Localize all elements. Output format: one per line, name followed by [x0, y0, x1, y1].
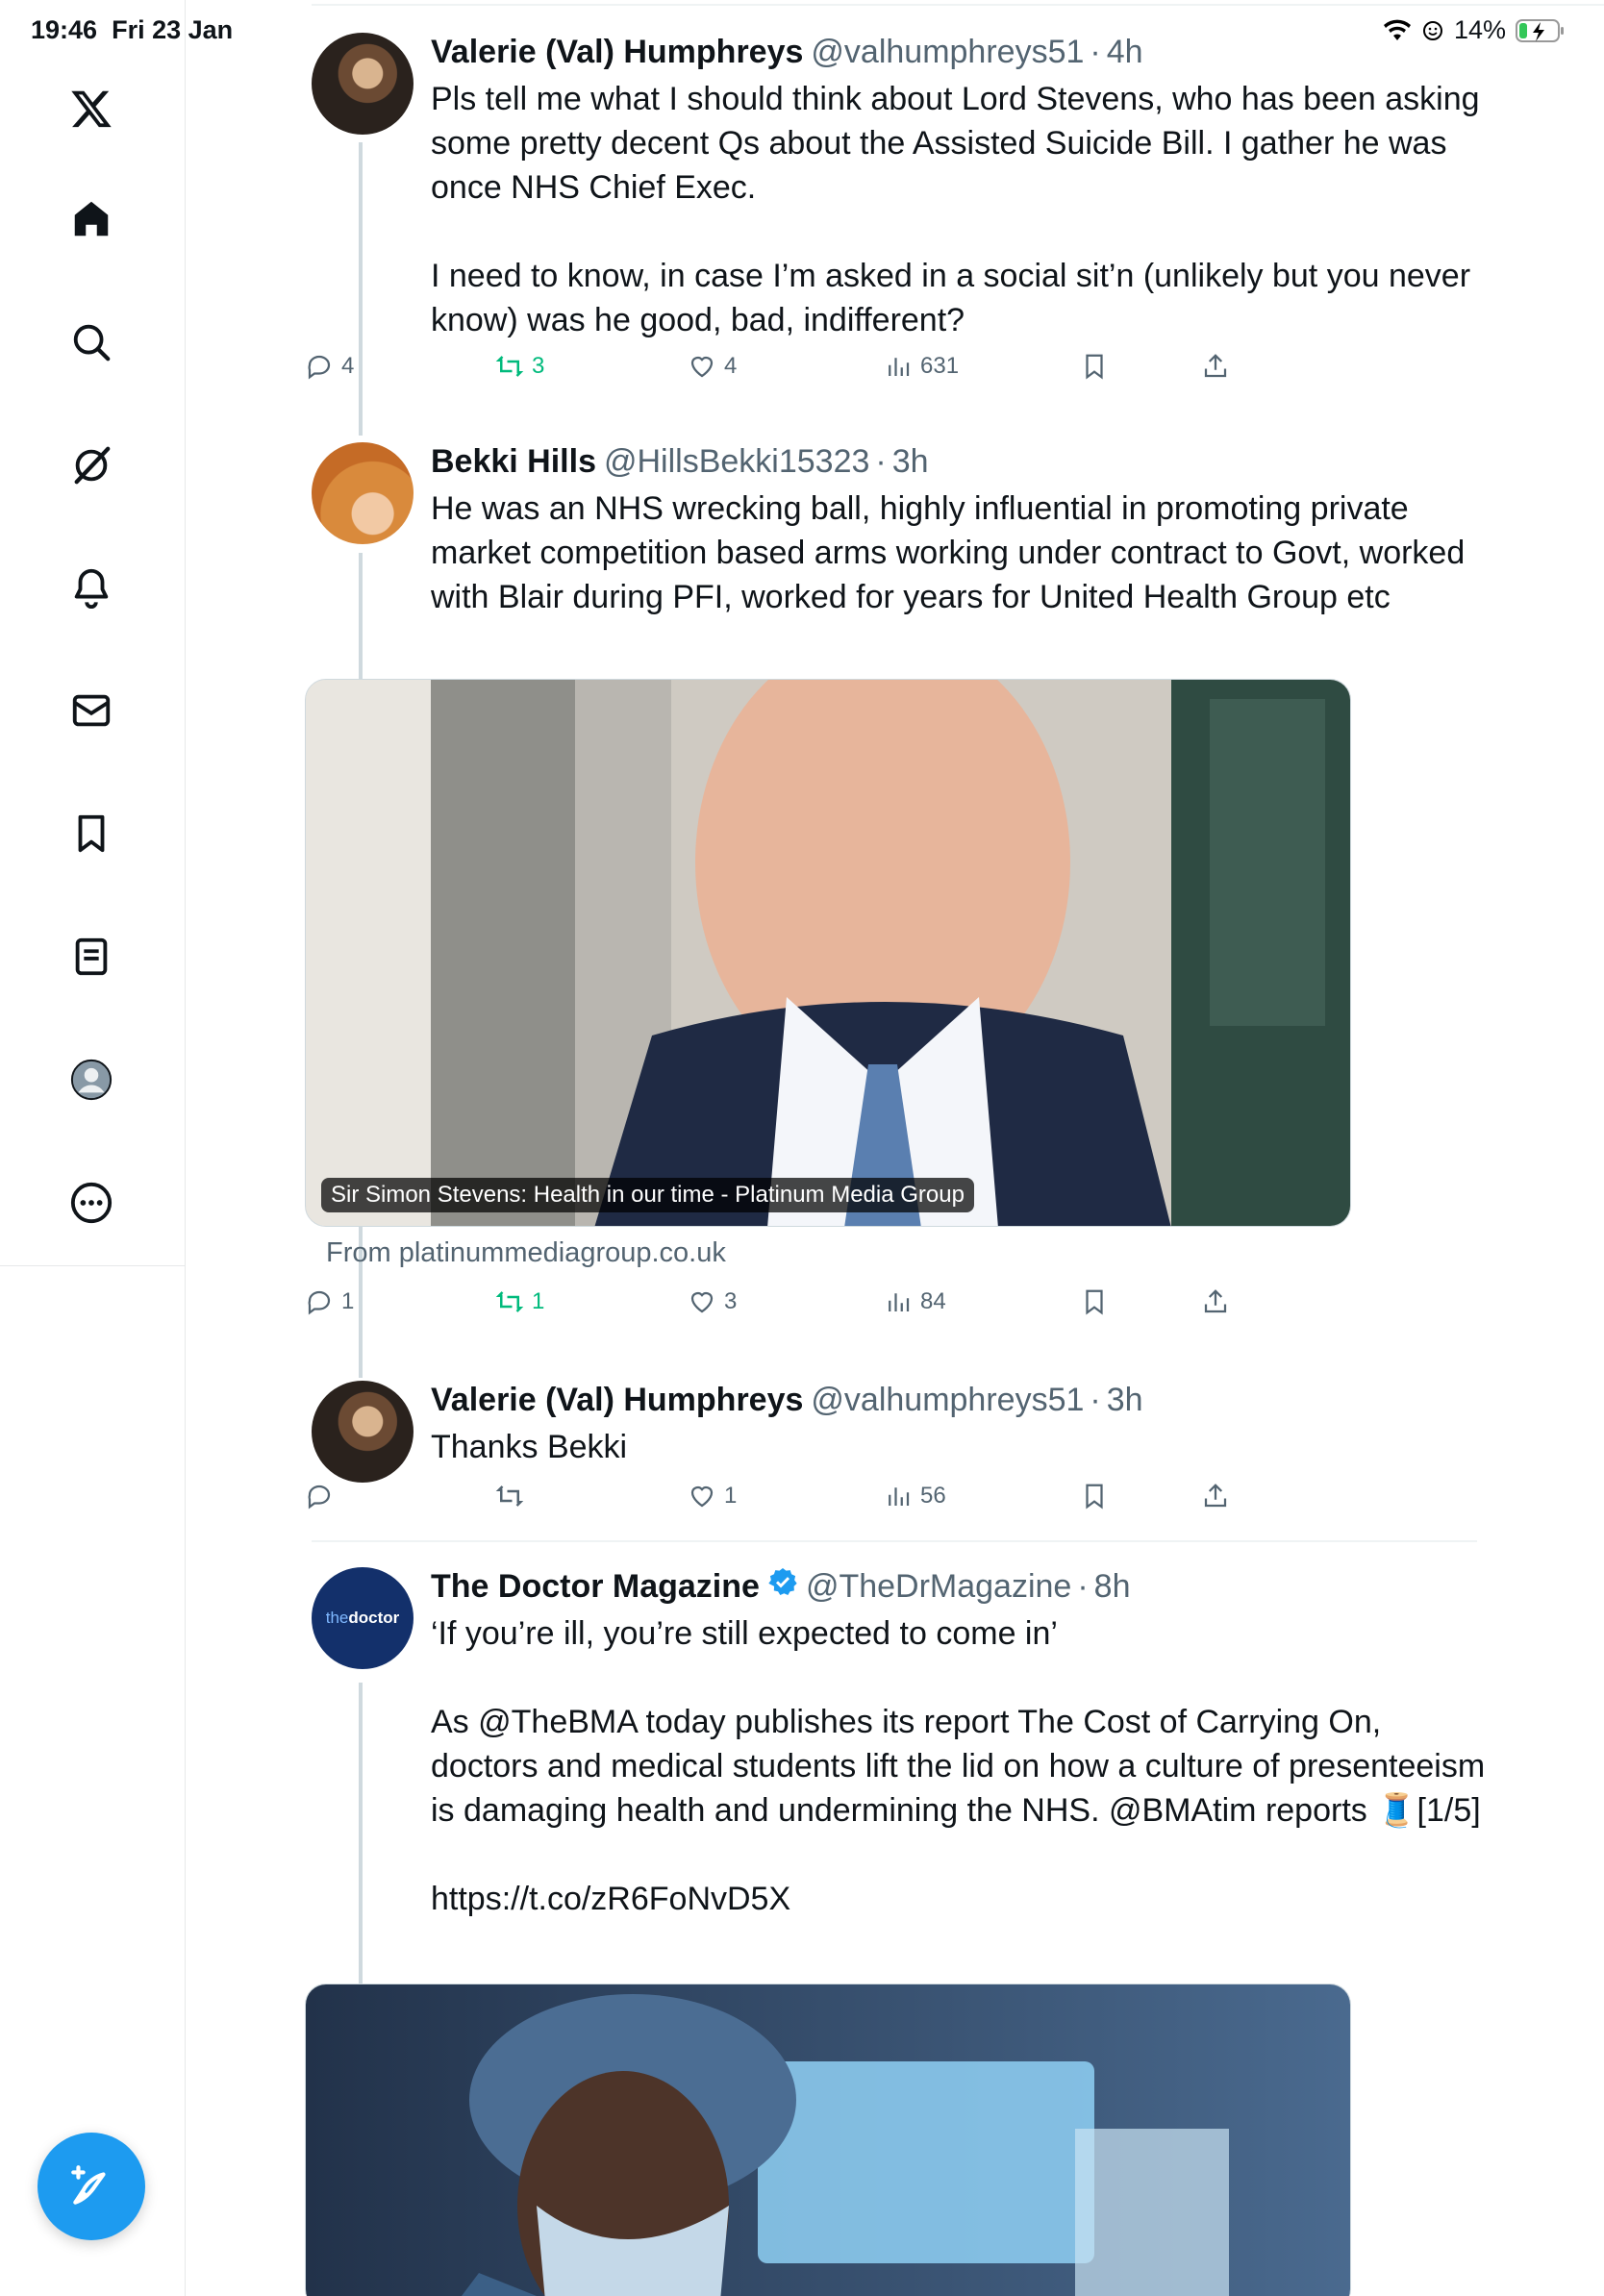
author-name[interactable]: The Doctor Magazine — [431, 1565, 760, 1608]
bookmark-icon — [1086, 1289, 1103, 1315]
top-divider — [312, 4, 1604, 6]
tweet-time[interactable]: 8h — [1094, 1565, 1131, 1608]
search-icon[interactable] — [63, 314, 119, 370]
avatar[interactable]: the doctor — [312, 1567, 414, 1669]
views-icon — [889, 1487, 910, 1506]
link-card[interactable]: Sir Simon Stevens: Health in our time - … — [305, 679, 1351, 1227]
tweet-time[interactable]: 4h — [1107, 31, 1143, 73]
avatar[interactable] — [312, 33, 414, 135]
views-icon — [889, 1293, 910, 1311]
views-icon — [889, 358, 910, 376]
card-image — [306, 680, 1350, 1226]
reply-icon — [308, 355, 331, 380]
reply-icon — [308, 1485, 331, 1510]
like-button[interactable]: 4 — [688, 352, 737, 381]
bookmark-button[interactable] — [1080, 1482, 1109, 1510]
card-source[interactable]: From platinummediagroup.co.uk — [326, 1237, 726, 1269]
compose-post-button[interactable] — [38, 2133, 145, 2240]
author-name[interactable]: Valerie (Val) Humphreys — [431, 1379, 803, 1421]
like-button[interactable]: 3 — [688, 1287, 737, 1316]
verified-badge-icon — [768, 1568, 797, 1595]
reply-icon — [308, 1290, 331, 1315]
author-handle[interactable]: @HillsBekki15323 — [604, 440, 869, 483]
compose-icon — [71, 2165, 106, 2205]
share-button[interactable] — [1201, 352, 1230, 381]
repost-icon — [495, 1485, 524, 1507]
views-button[interactable]: 56 — [884, 1482, 946, 1510]
share-button[interactable] — [1201, 1482, 1230, 1510]
like-button[interactable]: 1 — [688, 1482, 737, 1510]
sidebar — [0, 0, 186, 2296]
heart-icon — [690, 356, 714, 378]
media-card[interactable] — [305, 1984, 1351, 2296]
author-name[interactable]: Bekki Hills — [431, 440, 596, 483]
sidebar-divider — [0, 1265, 186, 1266]
share-button[interactable] — [1201, 1287, 1230, 1316]
tweet-text: Pls tell me what I should think about Lo… — [431, 81, 1480, 338]
reply-button[interactable]: 1 — [305, 1287, 354, 1316]
tweet-header: Valerie (Val) Humphreys @valhumphreys51 … — [431, 31, 1604, 73]
repost-icon — [495, 356, 524, 377]
tweet-divider — [312, 1540, 1477, 1542]
profile-icon[interactable] — [63, 1052, 119, 1108]
share-icon — [1204, 1289, 1227, 1313]
x-logo-icon[interactable] — [63, 81, 119, 137]
tweet-text: Thanks Bekki — [431, 1429, 628, 1465]
share-icon — [1204, 1484, 1227, 1508]
bookmark-icon — [1086, 354, 1103, 380]
reply-button[interactable]: 4 — [305, 352, 354, 381]
tweet-header: Bekki Hills @HillsBekki15323 · 3h — [431, 440, 1604, 483]
messages-icon[interactable] — [63, 683, 119, 738]
heart-icon — [690, 1291, 714, 1313]
tweet[interactable]: Valerie (Val) Humphreys @valhumphreys51 … — [312, 1379, 1604, 1494]
home-icon[interactable] — [63, 191, 119, 247]
repost-button[interactable]: 3 — [495, 352, 544, 381]
tweet-header: The Doctor Magazine @TheDrMagazine · 8h — [431, 1565, 1604, 1608]
author-handle[interactable]: @valhumphreys51 — [811, 1379, 1084, 1421]
repost-icon — [495, 1291, 524, 1312]
bookmark-button[interactable] — [1080, 1287, 1109, 1316]
avatar[interactable] — [312, 442, 414, 544]
tweet-text: ‘If you’re ill, you’re still expected to… — [431, 1615, 1486, 1917]
bookmarks-icon[interactable] — [63, 806, 119, 861]
reply-button[interactable] — [305, 1482, 341, 1510]
author-handle[interactable]: @TheDrMagazine — [806, 1565, 1071, 1608]
lists-icon[interactable] — [63, 929, 119, 985]
grok-icon[interactable] — [63, 437, 119, 493]
author-name[interactable]: Valerie (Val) Humphreys — [431, 31, 803, 73]
repost-button[interactable] — [495, 1482, 532, 1510]
bookmark-icon — [1086, 1484, 1103, 1510]
tweet-time[interactable]: 3h — [1107, 1379, 1143, 1421]
tweet[interactable]: Valerie (Val) Humphreys @valhumphreys51 … — [312, 31, 1604, 396]
avatar[interactable] — [312, 1381, 414, 1483]
tweet-header: Valerie (Val) Humphreys @valhumphreys51 … — [431, 1379, 1604, 1421]
notifications-icon[interactable] — [63, 560, 119, 615]
timeline: Valerie (Val) Humphreys @valhumphreys51 … — [186, 0, 1604, 2296]
views-button[interactable]: 84 — [884, 1287, 946, 1316]
tweet-text: He was an NHS wrecking ball, highly infl… — [431, 490, 1474, 615]
views-button[interactable]: 631 — [884, 352, 959, 381]
author-handle[interactable]: @valhumphreys51 — [811, 31, 1084, 73]
share-icon — [1204, 354, 1227, 378]
card-caption: Sir Simon Stevens: Health in our time - … — [321, 1178, 974, 1212]
repost-button[interactable]: 1 — [495, 1287, 544, 1316]
bookmark-button[interactable] — [1080, 352, 1109, 381]
tweet-time[interactable]: 3h — [892, 440, 929, 483]
card-image — [306, 1984, 1350, 2296]
more-icon[interactable] — [63, 1175, 119, 1231]
heart-icon — [690, 1485, 714, 1508]
